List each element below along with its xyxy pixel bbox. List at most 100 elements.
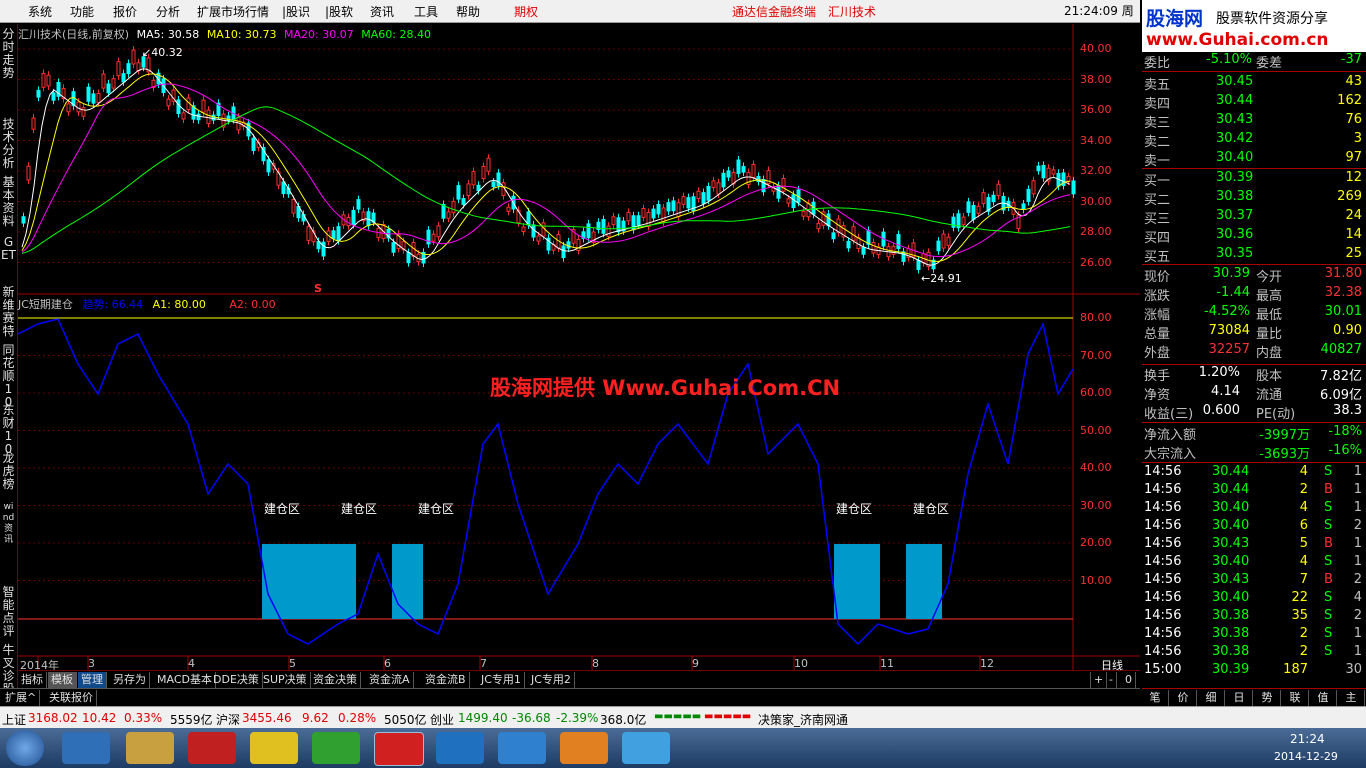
tab-get[interactable]: GET xyxy=(1,236,16,262)
menu-options[interactable]: 期权 xyxy=(514,3,538,20)
tab-fund-flow-b[interactable]: 资金流B xyxy=(422,672,470,688)
price-axis-tick: 30.00 xyxy=(1080,194,1112,208)
menu-quote[interactable]: 报价 xyxy=(113,3,137,20)
tab-indicator[interactable]: 指标 xyxy=(18,672,47,688)
tdx-icon[interactable] xyxy=(374,732,424,766)
menu-ext-market[interactable]: 扩展市场行情 xyxy=(197,3,269,20)
stat-row: 总量 73084 量比 0.90 xyxy=(1144,323,1362,342)
a1-legend: A1: 80.00 xyxy=(152,298,206,311)
tick-row: 14:56 30.40 4 S 1 xyxy=(1144,554,1362,569)
tab-tech-analysis[interactable]: 技术分析 xyxy=(1,118,16,170)
ie-icon[interactable] xyxy=(62,732,110,764)
player-icon[interactable] xyxy=(560,732,608,764)
main-legend: 汇川技术(日线,前复权) MA5: 30.58 MA10: 30.73 MA20… xyxy=(18,26,431,42)
menu-function[interactable]: 功能 xyxy=(70,3,94,20)
menu-help[interactable]: 帮助 xyxy=(456,3,480,20)
tab-newsat[interactable]: 新维赛特 xyxy=(1,286,16,338)
bid-row[interactable]: 买三 30.37 24 xyxy=(1142,208,1366,227)
ask-row[interactable]: 卖五 30.45 43 xyxy=(1142,74,1366,93)
tab-eastmoney[interactable]: 东财10 xyxy=(1,404,16,456)
right-tab[interactable]: 细 xyxy=(1198,690,1225,706)
ma5-label: MA5: 30.58 xyxy=(136,28,200,41)
tab-macd[interactable]: MACD基本 xyxy=(154,672,216,688)
indicator-axis-tick: 20.00 xyxy=(1080,536,1112,549)
indicator-axis-tick: 60.00 xyxy=(1080,386,1112,399)
right-tab[interactable]: 日 xyxy=(1226,690,1253,706)
tab-timeshare[interactable]: 分时走势 xyxy=(1,28,16,80)
indicator-tab-bar: 指标 模板 管理 另存为 MACD基本 DDE决策 SUP决策 资金决策 资金流… xyxy=(18,670,1140,689)
tab-wind[interactable]: wind资讯 xyxy=(1,502,16,546)
x-label-12: 12 xyxy=(980,657,994,670)
menu-analysis[interactable]: 分析 xyxy=(156,3,180,20)
bid-row[interactable]: 买五 30.35 25 xyxy=(1142,246,1366,265)
fund-flow-row: 净流入额 -3997万 -18% xyxy=(1144,424,1362,443)
tab-save-as[interactable]: 另存为 xyxy=(110,672,150,688)
right-tab[interactable]: 笔 xyxy=(1142,690,1169,706)
tick-row: 14:56 30.38 35 S 2 xyxy=(1144,608,1362,623)
tab-smart-review[interactable]: 智能点评 xyxy=(1,586,16,638)
right-tab[interactable]: 值 xyxy=(1310,690,1337,706)
tab-jc2[interactable]: JC专用2 xyxy=(528,672,575,688)
music-icon[interactable] xyxy=(312,732,360,764)
ext-toggle-button[interactable]: 扩展^ xyxy=(2,690,41,706)
chart-area[interactable]: 汇川技术(日线,前复权) MA5: 30.58 MA10: 30.73 MA20… xyxy=(18,24,1140,672)
tab-manage[interactable]: 管理 xyxy=(78,672,107,688)
tick-row: 15:00 30.39 187 30 xyxy=(1144,662,1362,677)
clock: 21:24:09 周一 xyxy=(1064,0,1140,40)
browser-icon[interactable] xyxy=(622,732,670,764)
logo-url: www.Guhai.com.cn xyxy=(1146,30,1329,50)
chart-canvas[interactable] xyxy=(18,24,1140,670)
stat-row: 现价 30.39 今开 31.80 xyxy=(1144,266,1362,285)
ask-row[interactable]: 卖三 30.43 76 xyxy=(1142,112,1366,131)
tab-template[interactable]: 模板 xyxy=(48,672,77,688)
tab-dragon-tiger[interactable]: 龙虎榜 xyxy=(1,452,16,491)
bid-row[interactable]: 买二 30.38 269 xyxy=(1142,189,1366,208)
site-logo: 股海网 股票软件资源分享 www.Guhai.com.cn xyxy=(1142,0,1366,52)
bid-row[interactable]: 买四 30.36 14 xyxy=(1142,227,1366,246)
ask-row[interactable]: 卖二 30.42 3 xyxy=(1142,131,1366,150)
zero-button[interactable]: 0 xyxy=(1122,672,1136,688)
stat-row: 外盘 32257 内盘 40827 xyxy=(1144,342,1362,361)
indicator-axis-tick: 50.00 xyxy=(1080,423,1112,437)
tab-fund-flow-a[interactable]: 资金流A xyxy=(366,672,414,688)
windows-taskbar: 21:24 2014-12-29 xyxy=(0,728,1366,768)
tab-sup[interactable]: SUP决策 xyxy=(260,672,311,688)
start-button[interactable] xyxy=(6,730,44,766)
tick-row: 14:56 30.40 4 S 1 xyxy=(1144,500,1362,515)
tab-dde[interactable]: DDE决策 xyxy=(210,672,263,688)
menu-stock-knowledge[interactable]: |股识 xyxy=(282,3,310,20)
tick-row: 14:56 30.44 2 B 1 xyxy=(1144,482,1362,497)
right-tab[interactable]: 主 xyxy=(1338,690,1365,706)
tab-fund-decision[interactable]: 资金决策 xyxy=(310,672,361,688)
zoom-in-button[interactable]: + xyxy=(1090,672,1108,688)
tab-jc1[interactable]: JC专用1 xyxy=(478,672,525,688)
chat-icon[interactable] xyxy=(498,732,546,764)
breadth-bar-up: ▬▬▬▬▬ xyxy=(654,711,702,722)
right-tab[interactable]: 势 xyxy=(1254,690,1281,706)
indicator-legend: JC短期建仓 趋势: 66.44 A1: 80.00 A2: 0.00 xyxy=(18,296,276,312)
cloud-icon[interactable] xyxy=(436,732,484,764)
ask-row[interactable]: 卖一 30.40 97 xyxy=(1142,150,1366,169)
tab-basic-info[interactable]: 基本资料 xyxy=(1,176,16,228)
weibi-row: 委比 -5.10% 委差 -37 xyxy=(1144,52,1362,71)
zoom-out-button[interactable]: - xyxy=(1106,672,1117,688)
explorer-icon[interactable] xyxy=(126,732,174,764)
tab-ths[interactable]: 同花顺10 xyxy=(1,344,16,409)
ask-row[interactable]: 卖四 30.44 162 xyxy=(1142,93,1366,112)
menu-news[interactable]: 资讯 xyxy=(370,3,394,20)
connection-info: 决策家_济南网通 xyxy=(758,713,849,727)
right-tab[interactable]: 联 xyxy=(1282,690,1309,706)
menu-system[interactable]: 系统 xyxy=(28,3,52,20)
menu-tools[interactable]: 工具 xyxy=(414,3,438,20)
right-tab[interactable]: 价 xyxy=(1170,690,1197,706)
zone-label-2: 建仓区 xyxy=(341,502,378,516)
bid-row[interactable]: 买一 30.39 12 xyxy=(1142,170,1366,189)
menu-stock-soft[interactable]: |股软 xyxy=(325,3,353,20)
related-quotes-tab[interactable]: 关联报价 xyxy=(46,690,97,706)
ma60-label: MA60: 28.40 xyxy=(361,28,431,41)
app-icon[interactable] xyxy=(188,732,236,764)
price-axis-tick: 26.00 xyxy=(1080,255,1112,269)
cy-index: 1499.40 xyxy=(458,711,508,725)
tick-row: 14:56 30.40 22 S 4 xyxy=(1144,590,1362,605)
qq-icon[interactable] xyxy=(250,732,298,764)
